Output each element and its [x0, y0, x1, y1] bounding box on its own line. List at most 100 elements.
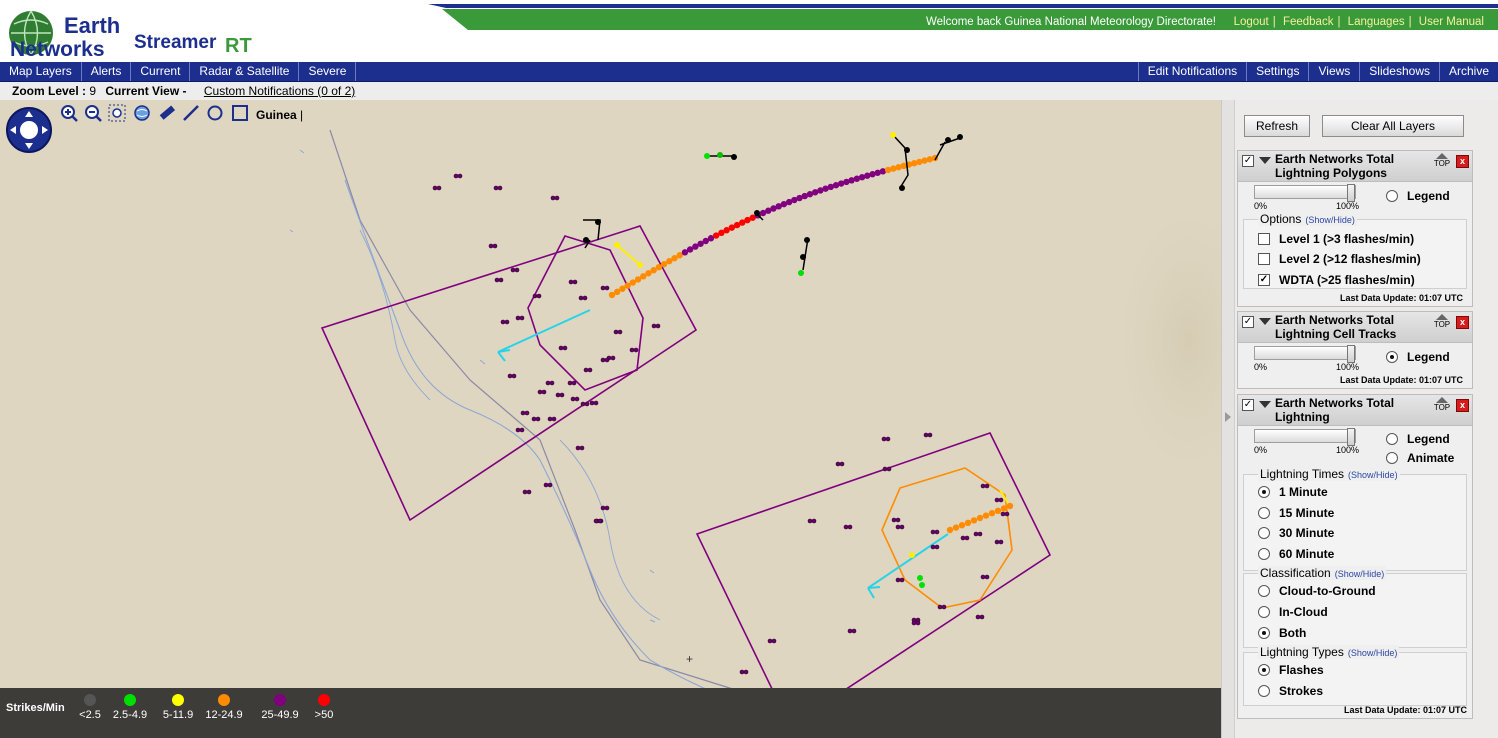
- strike-dot: [547, 416, 553, 422]
- layer-lightning-polygons: ✓ Earth Networks Total Lightning Polygon…: [1237, 150, 1473, 307]
- nav-severe[interactable]: Severe: [299, 62, 357, 81]
- slider-thumb[interactable]: [1347, 428, 1355, 446]
- strike-dot: [494, 277, 500, 283]
- opacity-slider[interactable]: [1254, 428, 1356, 446]
- strike-dot: [930, 529, 936, 535]
- globe-icon[interactable]: [133, 104, 151, 122]
- strike-dot: [847, 524, 853, 530]
- strike-dot: [531, 416, 537, 422]
- strike-dot: [575, 445, 581, 451]
- nav-edit-notifications[interactable]: Edit Notifications: [1137, 62, 1246, 81]
- collapse-arrow-icon[interactable]: [1225, 412, 1231, 422]
- legend-dot: [218, 694, 230, 706]
- strike-dot: [520, 410, 526, 416]
- strike-dot: [975, 614, 981, 620]
- map-layer[interactable]: +: [0, 100, 1221, 738]
- strike-dot: [958, 522, 966, 529]
- strike-dot: [559, 392, 565, 398]
- move-to-top-button[interactable]: TOP: [1432, 153, 1452, 168]
- zoom-box-icon[interactable]: [108, 104, 126, 122]
- slider-thumb[interactable]: [1347, 184, 1355, 202]
- nav-slideshows[interactable]: Slideshows: [1359, 62, 1439, 81]
- strike-dot: [899, 577, 905, 583]
- nav-radar-satellite[interactable]: Radar & Satellite: [190, 62, 300, 81]
- earth-networks-logo[interactable]: Earth Networks Streamer RT: [6, 6, 256, 60]
- layer-visible-checkbox[interactable]: ✓: [1242, 399, 1254, 411]
- show-hide-link[interactable]: (Show/Hide): [1348, 470, 1398, 480]
- strike-dot: [771, 638, 777, 644]
- zoom-out-icon[interactable]: [84, 104, 102, 122]
- pan-control[interactable]: [5, 106, 53, 154]
- user-manual-link[interactable]: User Manual: [1419, 16, 1484, 28]
- languages-link[interactable]: Languages: [1348, 16, 1405, 28]
- remove-layer-button[interactable]: x: [1456, 316, 1469, 329]
- circle-icon[interactable]: [206, 104, 224, 122]
- custom-notifications-link[interactable]: Custom Notifications (0 of 2): [204, 84, 355, 98]
- layer-visible-checkbox[interactable]: ✓: [1242, 316, 1254, 328]
- strike-dot: [984, 574, 990, 580]
- refresh-button[interactable]: Refresh: [1244, 115, 1310, 137]
- strike-dot: [998, 539, 1004, 545]
- feedback-link[interactable]: Feedback: [1283, 16, 1334, 28]
- nav-views[interactable]: Views: [1308, 62, 1359, 81]
- strike-dot: [543, 482, 549, 488]
- strike-dot: [882, 466, 888, 472]
- nav-alerts[interactable]: Alerts: [82, 62, 132, 81]
- region-label: Guinea |: [256, 108, 303, 122]
- opacity-slider[interactable]: [1254, 345, 1356, 363]
- strike-dot: [580, 401, 586, 407]
- clear-all-layers-button[interactable]: Clear All Layers: [1322, 115, 1464, 137]
- strike-dot: [979, 614, 985, 620]
- strike-dot: [994, 497, 1000, 503]
- legend-item-5-11_9: 5-11.9: [156, 694, 200, 721]
- logo-text-networks: Networks: [10, 38, 105, 60]
- strike-dot: [567, 380, 573, 386]
- region-name: Guinea: [256, 108, 297, 122]
- slider-thumb[interactable]: [1347, 345, 1355, 363]
- strike-dot: [600, 285, 606, 291]
- strike-dot: [488, 243, 494, 249]
- line-icon[interactable]: [182, 104, 200, 122]
- strike-dot: [952, 524, 960, 531]
- last-data-update: Last Data Update: 01:07 UTC: [1340, 375, 1464, 385]
- pct-min: 0%: [1254, 362, 1268, 372]
- remove-layer-button[interactable]: x: [1456, 155, 1469, 168]
- pct-max: 100%: [1336, 362, 1360, 372]
- strike-dot: [600, 357, 606, 363]
- remove-layer-button[interactable]: x: [1456, 399, 1469, 412]
- strike-dot: [629, 347, 635, 353]
- layer-visible-checkbox[interactable]: ✓: [1242, 155, 1254, 167]
- nav-settings[interactable]: Settings: [1246, 62, 1308, 81]
- rectangle-icon[interactable]: [231, 104, 249, 122]
- show-hide-link[interactable]: (Show/Hide): [1348, 648, 1398, 658]
- status-bar: Zoom Level : 9 Current View - Custom Not…: [0, 82, 1498, 100]
- opacity-slider[interactable]: [1254, 184, 1356, 202]
- strike-dot: [1000, 511, 1006, 517]
- zoom-in-icon[interactable]: [60, 104, 78, 122]
- ruler-icon[interactable]: [158, 104, 176, 122]
- show-hide-link[interactable]: (Show/Hide): [1305, 215, 1355, 225]
- panel-splitter[interactable]: [1222, 100, 1235, 738]
- strike-dot: [964, 519, 972, 526]
- logout-link[interactable]: Logout: [1234, 16, 1269, 28]
- collapse-triangle-icon[interactable]: [1259, 401, 1271, 408]
- collapse-triangle-icon[interactable]: [1259, 318, 1271, 325]
- strike-dot: [541, 389, 547, 395]
- nav-archive[interactable]: Archive: [1438, 62, 1498, 81]
- legend-item-25-49_9: 25-49.9: [258, 694, 302, 721]
- strike-dot: [807, 518, 813, 524]
- strike-dot: [881, 436, 887, 442]
- show-hide-link[interactable]: (Show/Hide): [1335, 569, 1385, 579]
- collapse-triangle-icon[interactable]: [1259, 157, 1271, 164]
- strike-dot: [579, 445, 585, 451]
- nav-current[interactable]: Current: [131, 62, 191, 81]
- strike-dot: [1006, 502, 1014, 510]
- strike-dot: [537, 389, 543, 395]
- move-to-top-button[interactable]: TOP: [1432, 397, 1452, 412]
- map-canvas[interactable]: + Guinea | Strikes/Min <2.5 2.5-4.9 5-11…: [0, 100, 1221, 738]
- nav-map-layers[interactable]: Map Layers: [0, 62, 82, 81]
- strike-dot: [891, 517, 897, 523]
- svg-text:+: +: [686, 652, 693, 666]
- move-to-top-button[interactable]: TOP: [1432, 314, 1452, 329]
- legend-item-12-24_9: 12-24.9: [202, 694, 246, 721]
